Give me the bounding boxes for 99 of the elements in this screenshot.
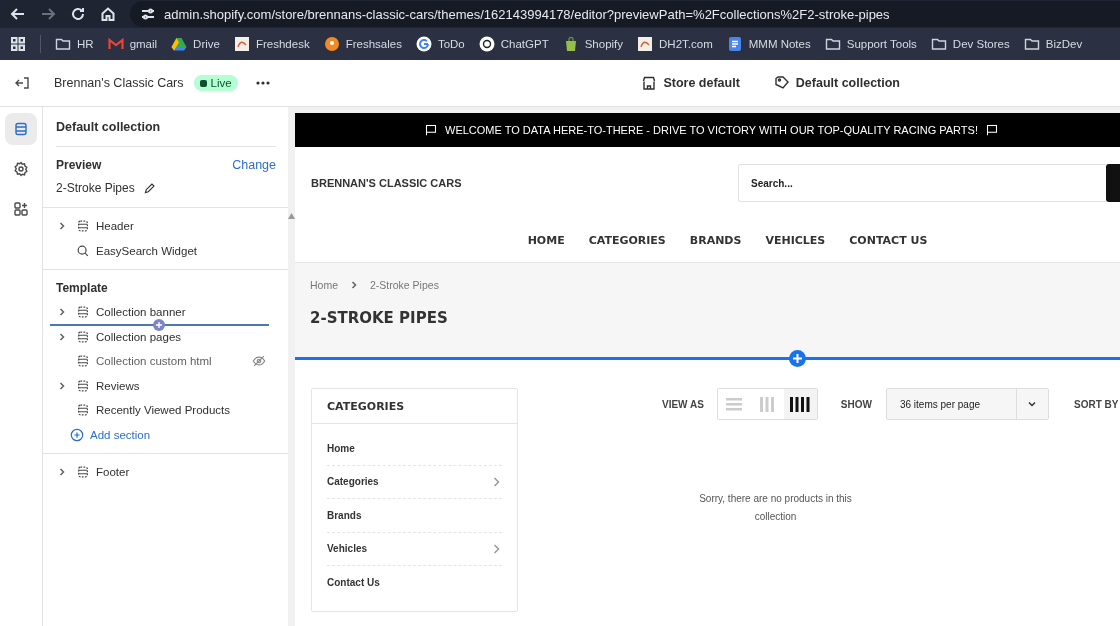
folder-icon — [824, 36, 841, 52]
bookmark[interactable]: Drive — [171, 36, 220, 52]
plus-circle-icon — [153, 319, 165, 331]
store-icon — [641, 75, 658, 91]
nav-link[interactable]: CONTACT US — [849, 234, 928, 247]
bookmark[interactable]: Shopify — [562, 36, 624, 52]
section-icon — [76, 305, 90, 320]
plus-icon — [793, 354, 802, 363]
collection-title: 2-STROKE PIPES — [310, 309, 449, 327]
section-icon — [76, 378, 90, 393]
folder-icon — [55, 36, 71, 52]
search-field[interactable]: Search... — [738, 164, 1106, 202]
site-settings-icon[interactable] — [140, 6, 156, 22]
apps-grid-icon[interactable] — [10, 36, 26, 52]
category-link[interactable]: Categories — [327, 465, 502, 499]
status-badge: Live — [193, 75, 238, 91]
section-item[interactable]: Reviews — [56, 373, 276, 398]
bookmark[interactable]: gmail — [107, 36, 158, 52]
bookmark[interactable]: ChatGPT — [478, 36, 549, 52]
bookmark[interactable]: Dev Stores — [930, 36, 1010, 52]
plus-circle-icon — [70, 427, 84, 442]
bookmark[interactable]: MMM Notes — [726, 36, 811, 52]
rail-tab[interactable] — [5, 113, 37, 145]
section-icon — [76, 329, 90, 344]
folder-icon — [930, 36, 947, 52]
nav-link[interactable]: BRANDS — [689, 234, 742, 247]
flag-icon — [425, 124, 437, 136]
add-section-button[interactable] — [789, 350, 806, 367]
four-column-icon — [790, 396, 811, 412]
nav-link[interactable]: CATEGORIES — [588, 234, 666, 247]
document-icon — [726, 36, 743, 52]
category-link[interactable]: Home — [327, 432, 502, 466]
view-as-label: VIEW AS — [662, 398, 704, 410]
bookmark[interactable]: BizDev — [1023, 36, 1083, 52]
section-item[interactable]: Header — [56, 214, 276, 239]
context-selector[interactable]: Store default — [641, 75, 740, 91]
back-icon[interactable] — [10, 6, 26, 22]
announcement-bar: WELCOME TO DATA HERE-TO-THERE - DRIVE TO VICTORY WITH OUR TOP-QUALITY RACING PARTS! — [295, 113, 1120, 147]
section-icon — [76, 465, 90, 480]
category-link[interactable]: Brands — [327, 499, 502, 533]
panel-title: Default collection — [56, 107, 276, 147]
per-page-select[interactable]: 36 items per page — [885, 388, 1049, 420]
section-item[interactable]: Collection pages — [56, 324, 276, 349]
reload-icon[interactable] — [70, 6, 86, 22]
preview-label: Preview — [56, 158, 102, 172]
section-icon — [76, 403, 90, 418]
section-item[interactable]: Collection custom html — [56, 349, 276, 374]
nav-link[interactable]: VEHICLES — [765, 234, 826, 247]
search-icon — [76, 243, 90, 258]
settings-icon — [13, 161, 29, 177]
forward-icon[interactable] — [40, 6, 56, 22]
bookmark[interactable]: ToDo — [415, 36, 465, 52]
bookmark[interactable]: Freshsales — [323, 36, 402, 52]
sort-by-label: SORT BY — [1073, 398, 1119, 410]
context-selector[interactable]: Default collection — [773, 75, 900, 91]
section-item[interactable]: Recently Viewed Products — [56, 398, 276, 423]
breadcrumb: 2-Stroke Pipes — [370, 279, 439, 291]
category-link[interactable]: Vehicles — [327, 532, 502, 566]
category-link[interactable]: Contact Us — [327, 566, 502, 600]
nav-link[interactable]: HOME — [527, 234, 565, 247]
show-label: SHOW — [840, 398, 872, 410]
list-view-icon — [726, 397, 743, 411]
card-title: CATEGORIES — [312, 389, 517, 424]
store-logo[interactable]: BRENNAN'S CLASSIC CARS — [311, 177, 462, 189]
sections-icon — [13, 121, 29, 137]
tag-icon — [773, 75, 790, 91]
tile-icon — [637, 36, 654, 52]
bookmark[interactable]: DH2T.com — [637, 36, 713, 52]
empty-message: Sorry, there are no products in this collection — [698, 492, 853, 524]
triangle-icon — [171, 36, 188, 52]
more-icon[interactable] — [255, 81, 270, 85]
breadcrumb[interactable]: Home — [310, 279, 338, 291]
three-column-icon — [759, 396, 775, 412]
section-item[interactable]: EasySearch Widget — [56, 238, 276, 263]
store-name: Brennan's Classic Cars — [54, 76, 184, 90]
flag-icon — [986, 124, 998, 136]
pencil-icon — [142, 181, 156, 195]
add-section-link[interactable]: Add section — [56, 422, 276, 447]
url-text: admin.shopify.com/store/brennans-classic-cars/themes/162143994178/editor?previewPath=%2Fcollections%2F2-stroke-pipes — [164, 6, 890, 22]
google-icon — [415, 36, 432, 52]
preview-value: 2-Stroke Pipes — [56, 181, 135, 195]
tile-icon — [233, 36, 250, 52]
change-link[interactable]: Change — [232, 158, 276, 172]
view-toggle[interactable] — [783, 389, 817, 419]
bookmark[interactable]: Freshdesk — [233, 36, 310, 52]
home-icon[interactable] — [100, 6, 116, 22]
apps-icon — [13, 201, 29, 217]
folder-icon — [1023, 36, 1040, 52]
section-icon — [76, 354, 90, 369]
address-bar[interactable]: admin.shopify.com/store/brennans-classic-cars/themes/162143994178/editor?previewPath=%2Fcollections%2F2-stroke-pipes — [130, 1, 1120, 27]
bookmark[interactable]: Support Tools — [824, 36, 917, 52]
section-icon — [76, 219, 90, 234]
bookmark[interactable]: HR — [55, 36, 94, 52]
group-title: Template — [56, 281, 108, 295]
eye-slash-icon — [252, 354, 266, 369]
exit-icon — [14, 75, 30, 91]
section-item[interactable]: Footer — [56, 460, 276, 485]
mail-icon — [107, 36, 124, 52]
section-item[interactable]: Collection banner — [56, 300, 276, 325]
